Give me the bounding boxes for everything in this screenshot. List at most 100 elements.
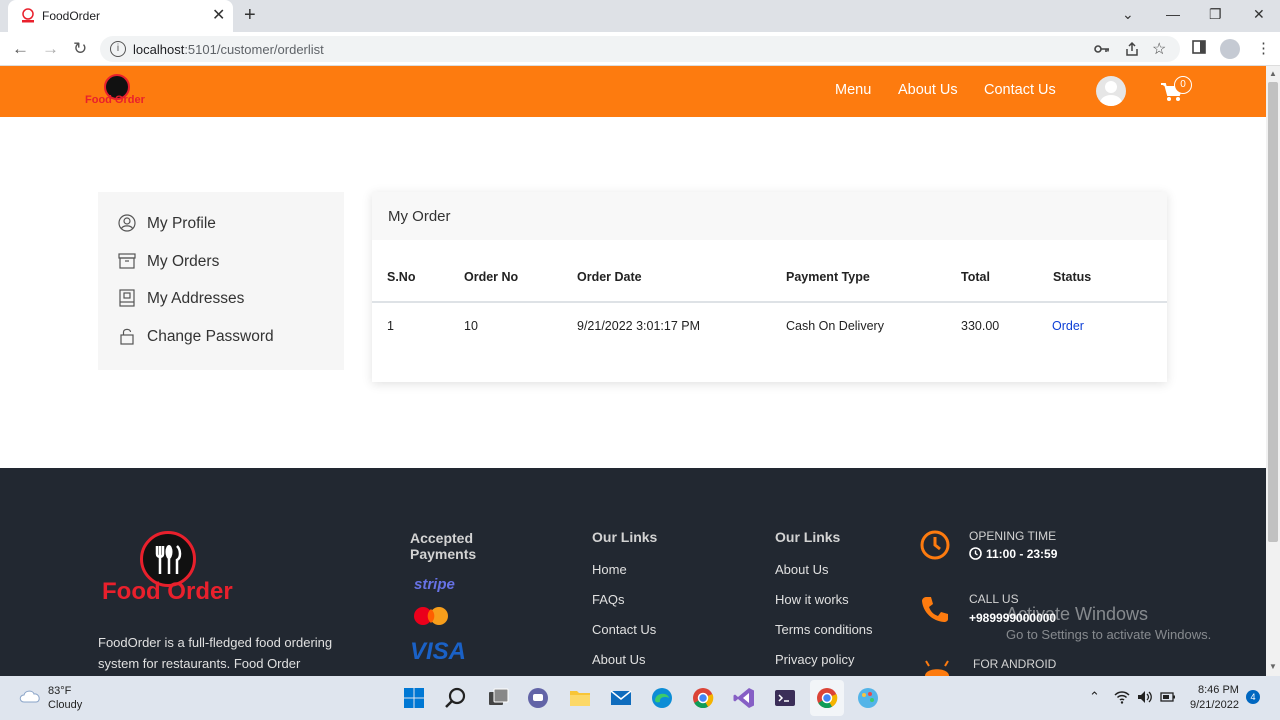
sidebar-item-label: My Orders <box>147 253 220 270</box>
user-circle-icon <box>118 214 136 232</box>
task-view-icon[interactable] <box>486 686 510 710</box>
bookmark-star-icon[interactable]: ☆ <box>1152 39 1166 59</box>
links1-heading: Our Links <box>592 529 658 545</box>
cell-payment-type: Cash On Delivery <box>786 319 884 333</box>
chrome-active-icon[interactable] <box>815 686 839 710</box>
site-info-icon[interactable]: i <box>110 41 126 57</box>
browser-menu-icon[interactable]: ⋮ <box>1256 39 1271 57</box>
tray-overflow-icon[interactable]: ⌃ <box>1089 689 1100 705</box>
footer-logo-text: Food Order <box>102 578 233 605</box>
archive-box-icon <box>118 253 136 269</box>
close-window-button[interactable]: ✕ <box>1253 6 1265 23</box>
minimize-button[interactable]: — <box>1166 6 1180 22</box>
wifi-icon[interactable] <box>1114 690 1130 704</box>
scroll-down-arrow[interactable]: ▼ <box>1269 662 1277 671</box>
column-header-order-date: Order Date <box>577 270 642 284</box>
order-status-link[interactable]: Order <box>1052 319 1084 333</box>
cell-order-date: 9/21/2022 3:01:17 PM <box>577 319 701 333</box>
teams-chat-icon[interactable] <box>526 686 550 710</box>
column-header-order-no: Order No <box>464 270 519 284</box>
weather-temperature[interactable]: 83°F <box>48 685 71 697</box>
column-header-total: Total <box>961 270 990 284</box>
battery-icon[interactable] <box>1160 691 1176 703</box>
android-icon <box>925 660 949 676</box>
user-avatar[interactable] <box>1096 76 1126 106</box>
notification-count-badge[interactable]: 4 <box>1246 690 1260 704</box>
visual-studio-icon[interactable] <box>732 686 756 710</box>
cell-order-no: 10 <box>464 319 478 333</box>
links2-heading: Our Links <box>775 529 841 545</box>
footer-link-faqs[interactable]: FAQs <box>592 592 625 607</box>
forward-icon[interactable]: → <box>42 39 59 59</box>
table-header-divider <box>372 301 1167 303</box>
payments-heading: Accepted Payments <box>410 530 477 562</box>
side-panel-icon[interactable] <box>1192 40 1206 54</box>
volume-icon[interactable] <box>1137 690 1153 704</box>
site-footer: Food Order FoodOrder is a full-fledged f… <box>0 468 1266 676</box>
lock-icon <box>120 328 134 345</box>
terminal-icon[interactable] <box>773 686 797 710</box>
footer-link-home[interactable]: Home <box>592 562 627 577</box>
reload-icon[interactable]: ↻ <box>73 39 87 59</box>
mastercard-logo-icon <box>414 607 448 625</box>
stripe-logo-icon: stripe <box>414 576 455 593</box>
column-header-status: Status <box>1053 270 1092 284</box>
footer-link-terms[interactable]: Terms conditions <box>775 622 873 637</box>
taskbar-date[interactable]: 9/21/2022 <box>1190 699 1239 711</box>
nav-link-menu[interactable]: Menu <box>835 82 871 98</box>
card-header: My Order <box>372 192 1167 240</box>
file-explorer-icon[interactable] <box>568 686 592 710</box>
cart-count-badge: 0 <box>1174 76 1192 94</box>
new-tab-button[interactable]: + <box>244 4 256 27</box>
browser-profile-icon[interactable] <box>1220 39 1240 59</box>
tab-close-icon[interactable]: ✕ <box>212 6 225 26</box>
logo-text: Food Order <box>85 94 145 106</box>
paint-app-icon[interactable] <box>856 686 880 710</box>
chrome-icon[interactable] <box>691 686 715 710</box>
tab-search-icon[interactable]: ⌄ <box>1122 6 1134 23</box>
browser-tab[interactable]: FoodOrder ✕ <box>8 0 233 32</box>
search-icon[interactable] <box>444 686 468 710</box>
site-header: Food Order Menu About Us Contact Us 0 <box>0 66 1266 117</box>
scroll-thumb[interactable] <box>1268 82 1278 542</box>
footer-link-about-us[interactable]: About Us <box>592 652 645 667</box>
address-book-icon <box>119 289 135 307</box>
footer-link-privacy[interactable]: Privacy policy <box>775 652 854 667</box>
opening-time-label: OPENING TIME <box>969 529 1057 543</box>
taskbar-time[interactable]: 8:46 PM <box>1198 684 1239 696</box>
edge-browser-icon[interactable] <box>650 686 674 710</box>
url-text: localhost:5101/customer/orderlist <box>133 42 324 57</box>
card-title: My Order <box>388 208 451 225</box>
sidebar-item-label: My Addresses <box>147 290 245 307</box>
footer-link-about-us-2[interactable]: About Us <box>775 562 828 577</box>
back-icon[interactable]: ← <box>12 39 29 59</box>
restore-button[interactable]: ❐ <box>1209 6 1222 23</box>
sidebar-item-label: My Profile <box>147 215 216 232</box>
windows-start-icon[interactable] <box>402 686 426 710</box>
sidebar-item-label: Change Password <box>147 328 274 345</box>
key-icon[interactable] <box>1094 42 1110 56</box>
tab-title: FoodOrder <box>42 9 101 23</box>
scroll-up-arrow[interactable]: ▲ <box>1269 69 1277 78</box>
page-scrollbar[interactable]: ▲ ▼ <box>1266 66 1280 676</box>
footer-description: FoodOrder is a full-fledged food orderin… <box>98 635 333 671</box>
visa-logo-icon: VISA <box>410 638 467 665</box>
column-header-sno: S.No <box>387 270 416 284</box>
my-order-card: My Order S.No Order No Order Date Paymen… <box>372 192 1167 382</box>
nav-link-about-us[interactable]: About Us <box>898 82 958 98</box>
column-header-payment-type: Payment Type <box>786 270 870 284</box>
site-logo[interactable]: Food Order <box>85 74 151 110</box>
browser-tab-bar: FoodOrder ✕ + ⌄ — ❐ ✕ <box>0 0 1280 32</box>
weather-condition[interactable]: Cloudy <box>48 699 82 711</box>
phone-icon <box>922 597 948 622</box>
mail-icon[interactable] <box>609 686 633 710</box>
address-bar[interactable]: i localhost:5101/customer/orderlist ☆ <box>100 36 1180 62</box>
browser-toolbar: ← → ↻ i localhost:5101/customer/orderlis… <box>0 32 1280 66</box>
footer-link-how-it-works[interactable]: How it works <box>775 592 849 607</box>
footer-link-contact-us[interactable]: Contact Us <box>592 622 656 637</box>
share-icon[interactable] <box>1124 41 1140 57</box>
activate-windows-subtitle: Go to Settings to activate Windows. <box>1006 627 1212 642</box>
account-sidebar: My Profile My Orders My Addresses Change… <box>98 192 344 370</box>
cloud-icon <box>19 690 40 703</box>
nav-link-contact-us[interactable]: Contact Us <box>984 82 1056 98</box>
